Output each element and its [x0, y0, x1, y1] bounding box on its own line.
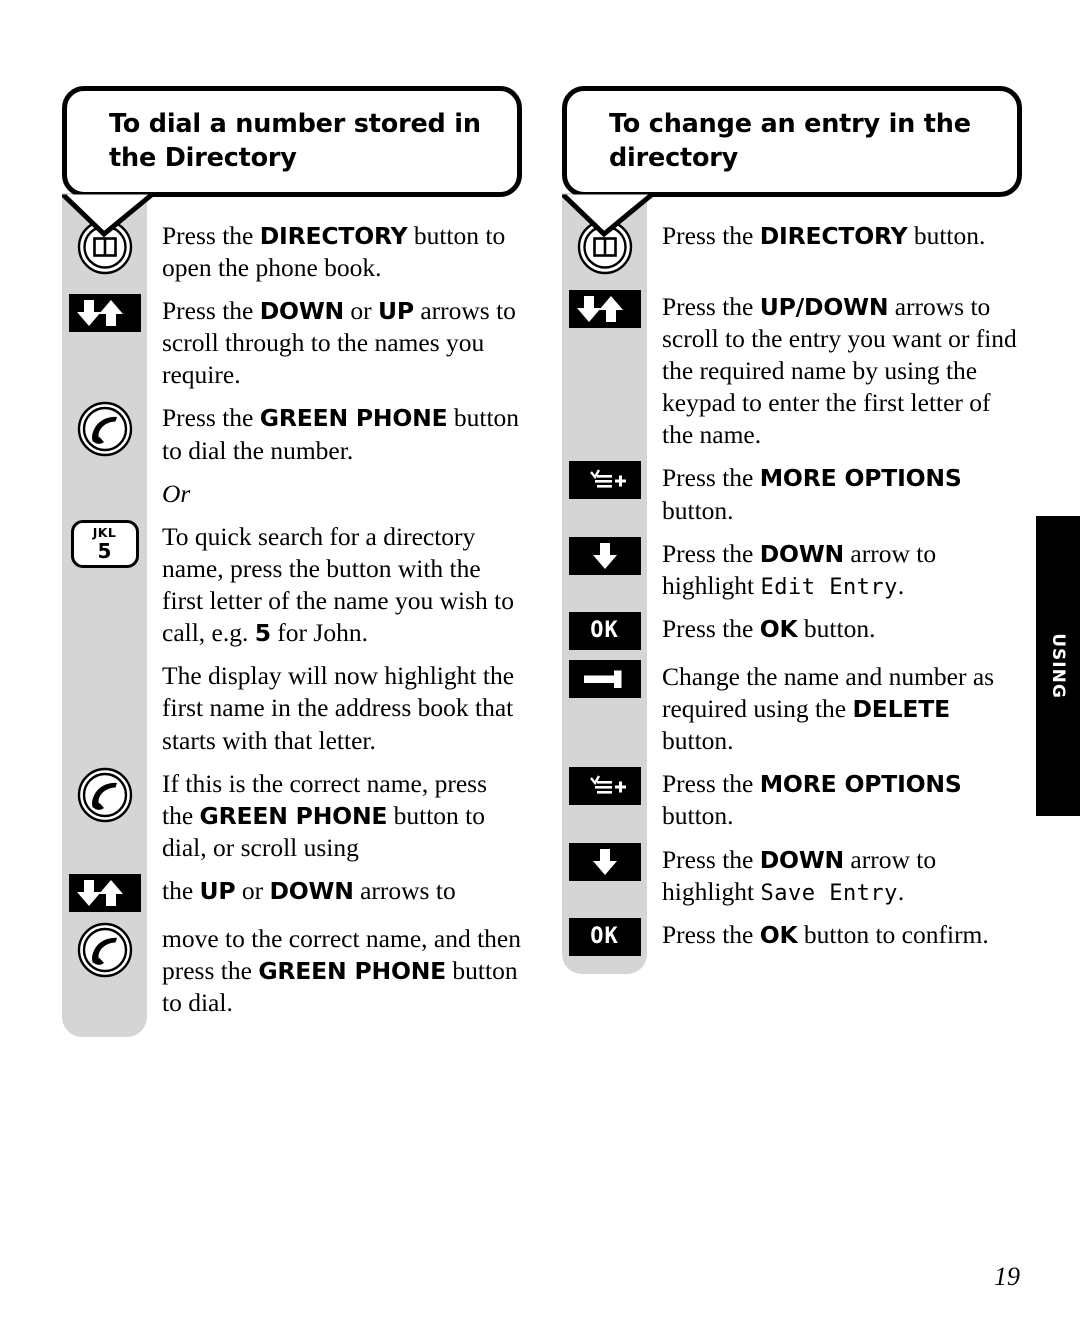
- heading-text: To dial a number stored in the Directory: [62, 86, 522, 197]
- step-list: Press the DIRECTORY button. Press the UP/…: [562, 219, 1022, 956]
- step-icon-cell: [562, 536, 647, 575]
- step-list: Press the DIRECTORY button to open the p…: [62, 219, 522, 1020]
- step-instruction-text: Press the UP/DOWN arrows to scroll to th…: [662, 291, 1017, 450]
- step-icon-cell: [562, 659, 647, 698]
- more-options-icon: [568, 767, 641, 806]
- instruction-step: move to the correct name, and then press…: [62, 922, 522, 1019]
- step-icon-cell: [62, 401, 147, 462]
- instruction-step: Press the MORE OPTIONS button.: [562, 767, 1022, 832]
- keypad-digit: 5: [97, 538, 112, 563]
- manual-page: To dial a number stored in the Directory…: [0, 0, 1080, 1330]
- step-icon-cell: OK: [562, 611, 647, 650]
- step-instruction-text: Press the DIRECTORY button.: [662, 220, 986, 250]
- heading-callout: To change an entry in the directory: [562, 86, 1022, 238]
- step-icon-cell: [62, 922, 147, 983]
- step-instruction-text: Or: [162, 478, 191, 508]
- step-instruction-text: move to the correct name, and then press…: [162, 924, 521, 1018]
- page-number: 19: [994, 1262, 1020, 1291]
- step-instruction-text: Press the DOWN arrow to highlight Edit E…: [662, 538, 937, 600]
- instruction-step: Press the GREEN PHONE button to dial the…: [62, 401, 522, 466]
- up-down-arrows-icon: [68, 874, 141, 913]
- step-icon-cell: [562, 767, 647, 806]
- step-instruction-text: Change the name and number as required u…: [662, 661, 995, 756]
- green-phone-icon: [77, 922, 133, 983]
- step-icon-cell: [62, 659, 147, 660]
- delete-button-icon: [568, 659, 641, 698]
- instruction-step: Press the DOWN arrow to highlight Save E…: [562, 842, 1022, 908]
- green-phone-icon: [77, 767, 133, 828]
- step-icon-cell: [562, 461, 647, 500]
- instruction-step: Change the name and number as required u…: [562, 659, 1022, 757]
- step-instruction-text: Press the GREEN PHONE button to dial the…: [162, 403, 520, 465]
- instruction-step: JKL 5 To quick search for a directory name…: [62, 519, 522, 650]
- heading-text: To change an entry in the directory: [562, 86, 1022, 197]
- up-down-arrows-icon: [568, 289, 641, 328]
- ok-button-icon: OK: [568, 917, 641, 956]
- callout-tail: [62, 192, 157, 238]
- step-instruction-text: Press the MORE OPTIONS button.: [662, 463, 962, 525]
- instruction-panel: Press the DIRECTORY button to open the p…: [62, 192, 522, 1038]
- down-arrow-icon: [568, 536, 641, 575]
- instruction-column-dial-stored-number: To dial a number stored in the Directory…: [62, 86, 522, 1038]
- side-tab-label: USING: [1048, 633, 1068, 699]
- step-instruction-text: Press the DIRECTORY button to open the p…: [162, 220, 506, 282]
- step-icon-cell: JKL 5: [62, 519, 147, 568]
- instruction-step: If this is the correct name, press the G…: [62, 767, 522, 864]
- keypad-letters: JKL: [92, 525, 117, 541]
- step-instruction-text: Press the DOWN arrow to highlight Save E…: [662, 844, 937, 906]
- callout-tail: [562, 192, 657, 238]
- step-icon-cell: [562, 842, 647, 881]
- ok-button-icon: OK: [568, 611, 641, 650]
- green-phone-icon: [77, 401, 133, 462]
- heading-callout: To dial a number stored in the Directory: [62, 86, 522, 238]
- step-instruction-text: Press the MORE OPTIONS button.: [662, 769, 962, 831]
- up-down-arrows-icon: [68, 294, 141, 333]
- step-instruction-text: The display will now highlight the first…: [162, 661, 515, 755]
- instruction-panel: Press the DIRECTORY button. Press the UP/…: [562, 192, 1022, 974]
- step-icon-cell: [62, 477, 147, 478]
- instruction-step: OK Press the OK button to confirm.: [562, 917, 1022, 956]
- instruction-step: Or: [62, 477, 522, 510]
- step-instruction-text: the UP or DOWN arrows to: [162, 876, 456, 906]
- instruction-step: OK Press the OK button.: [562, 611, 1022, 650]
- step-instruction-text: If this is the correct name, press the G…: [162, 768, 488, 862]
- step-icon-cell: [62, 767, 147, 828]
- instruction-step: Press the UP/DOWN arrows to scroll to th…: [562, 289, 1022, 452]
- step-instruction-text: Press the OK button to confirm.: [662, 919, 989, 949]
- step-icon-cell: OK: [562, 917, 647, 956]
- step-icon-cell: [562, 289, 647, 328]
- step-instruction-text: Press the OK button.: [662, 613, 876, 643]
- step-icon-cell: [62, 874, 147, 913]
- instruction-step: Press the DOWN or UP arrows to scroll th…: [62, 294, 522, 391]
- instruction-column-change-directory-entry: To change an entry in the directory Press…: [562, 86, 1022, 974]
- keypad-5-jkl-icon: JKL 5: [70, 519, 139, 568]
- step-icon-cell: [62, 294, 147, 333]
- step-instruction-text: To quick search for a directory name, pr…: [162, 521, 514, 648]
- down-arrow-icon: [568, 842, 641, 881]
- section-side-tab: USING: [1036, 516, 1080, 816]
- ok-button-label: OK: [590, 923, 619, 949]
- instruction-step: Press the DOWN arrow to highlight Edit E…: [562, 536, 1022, 602]
- instruction-step: the UP or DOWN arrows to: [62, 874, 522, 913]
- instruction-step: Press the MORE OPTIONS button.: [562, 461, 1022, 526]
- instruction-step: The display will now highlight the first…: [62, 659, 522, 756]
- step-instruction-text: Press the DOWN or UP arrows to scroll th…: [162, 296, 516, 390]
- more-options-icon: [568, 461, 641, 500]
- ok-button-label: OK: [590, 617, 619, 643]
